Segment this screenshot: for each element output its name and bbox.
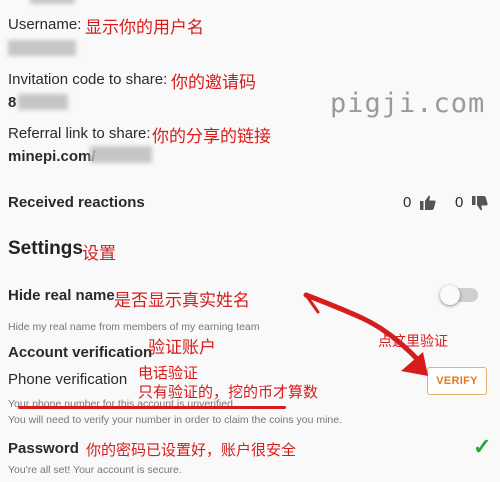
red-arrow-annotation xyxy=(303,292,428,376)
